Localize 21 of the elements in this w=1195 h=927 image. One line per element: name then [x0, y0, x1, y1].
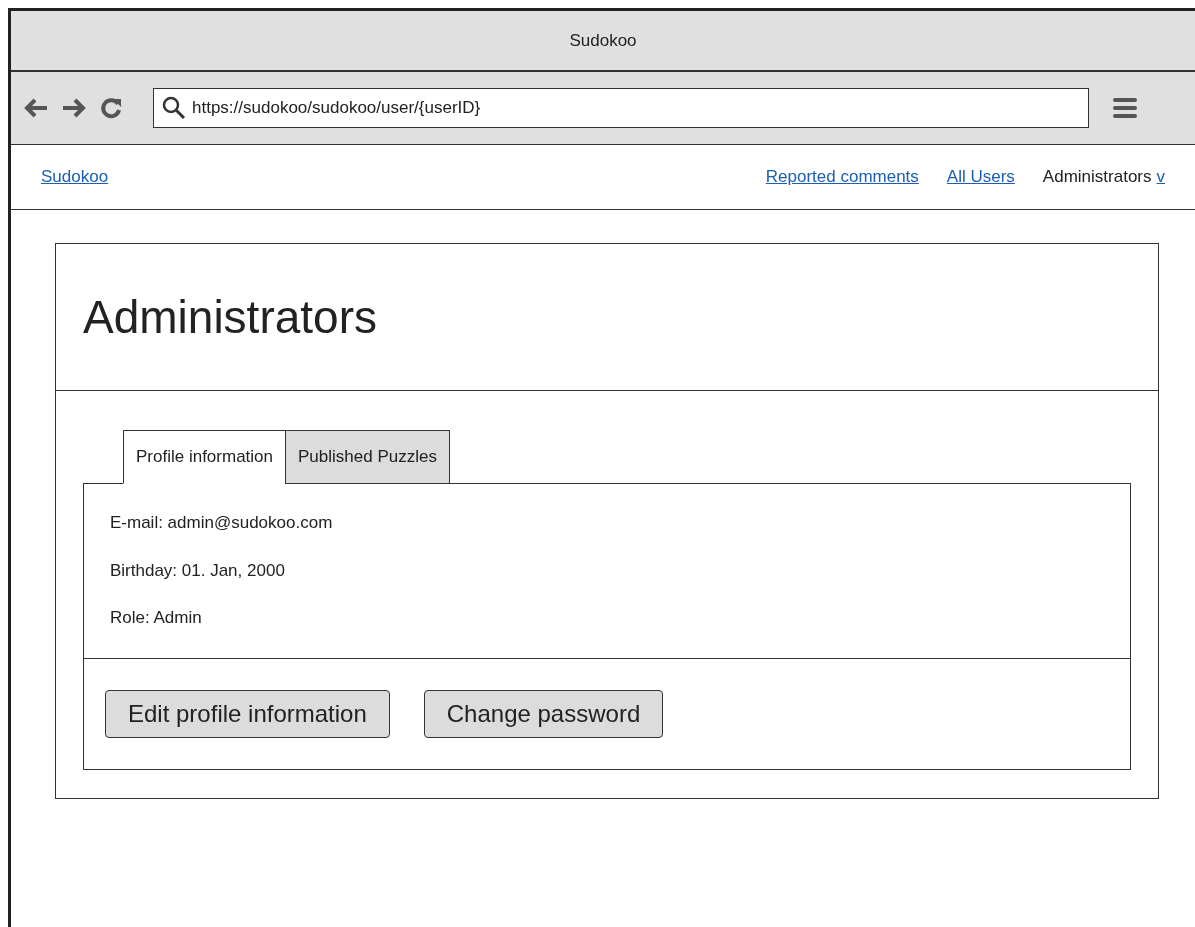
reload-icon[interactable] — [99, 96, 123, 120]
page-heading: Administrators — [83, 289, 377, 345]
nav-link[interactable]: Reported comments — [765, 164, 919, 190]
tab[interactable]: Profile information — [123, 430, 286, 484]
url-text: https://sudokoo/sudokoo/user/{userID} — [192, 97, 481, 120]
tab[interactable]: Published Puzzles — [285, 430, 450, 484]
forward-icon[interactable] — [61, 97, 87, 119]
back-icon[interactable] — [23, 97, 49, 119]
menu-icon[interactable] — [1113, 97, 1137, 119]
address-bar[interactable]: https://sudokoo/sudokoo/user/{userID} — [153, 88, 1089, 128]
profile-field: Birthday: 01. Jan, 2000 — [110, 557, 1104, 583]
nav-link[interactable]: All Users — [946, 164, 1015, 190]
search-icon — [162, 96, 186, 120]
action-button[interactable]: Change password — [423, 689, 664, 738]
profile-field: E-mail: admin@sudokoo.com — [110, 510, 1104, 536]
action-button[interactable]: Edit profile information — [105, 689, 390, 738]
brand-link[interactable]: Sudokoo — [41, 164, 109, 190]
window-title: Sudokoo — [569, 29, 637, 52]
profile-field: Role: Admin — [110, 605, 1104, 631]
nav-current: Administrators — [1042, 166, 1152, 189]
dropdown-link[interactable]: v — [1156, 164, 1165, 190]
